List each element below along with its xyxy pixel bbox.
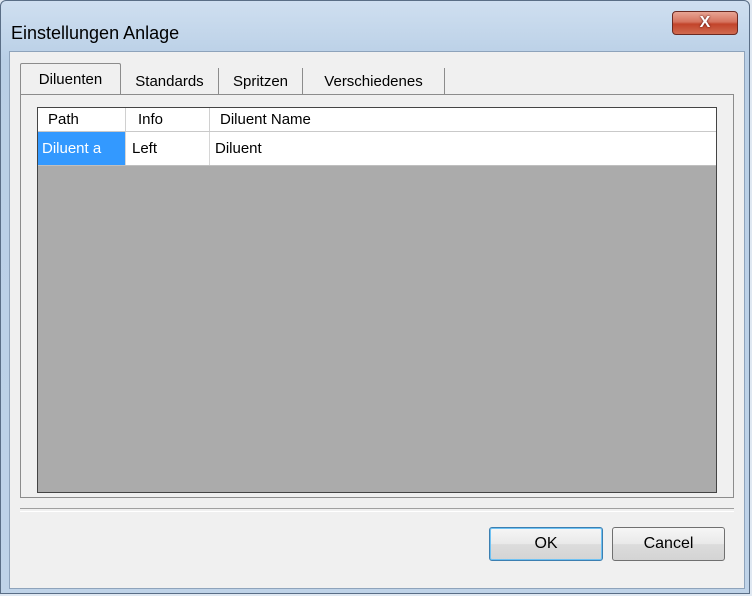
tab-standards[interactable]: Standards xyxy=(121,68,219,94)
close-icon: X xyxy=(699,14,711,31)
column-header-diluent-name[interactable]: Diluent Name xyxy=(210,108,716,131)
tab-spritzen[interactable]: Spritzen xyxy=(219,68,303,94)
divider xyxy=(20,508,734,512)
close-button[interactable]: X xyxy=(672,11,738,35)
cell-path[interactable]: Diluent a xyxy=(38,132,126,165)
tab-diluenten[interactable]: Diluenten xyxy=(20,63,121,94)
cancel-button[interactable]: Cancel xyxy=(612,527,725,561)
cell-info[interactable]: Left xyxy=(126,132,210,165)
tab-verschiedenes[interactable]: Verschiedenes xyxy=(303,68,445,94)
cell-diluent-name[interactable]: Diluent xyxy=(210,132,716,165)
window-frame: Einstellungen Anlage X Diluenten Standar… xyxy=(0,0,750,594)
table-row[interactable]: Diluent a Left Diluent xyxy=(38,132,716,166)
grid-header: Path Info Diluent Name xyxy=(38,108,716,132)
window-title: Einstellungen Anlage xyxy=(11,23,180,43)
column-header-path[interactable]: Path xyxy=(38,108,126,131)
column-header-info[interactable]: Info xyxy=(126,108,210,131)
tab-page-diluenten: Path Info Diluent Name Diluent a Left Di… xyxy=(20,94,734,498)
diluent-grid[interactable]: Path Info Diluent Name Diluent a Left Di… xyxy=(37,107,717,493)
ok-button[interactable]: OK xyxy=(489,527,603,561)
dialog-client-area: Diluenten Standards Spritzen Verschieden… xyxy=(9,51,745,589)
